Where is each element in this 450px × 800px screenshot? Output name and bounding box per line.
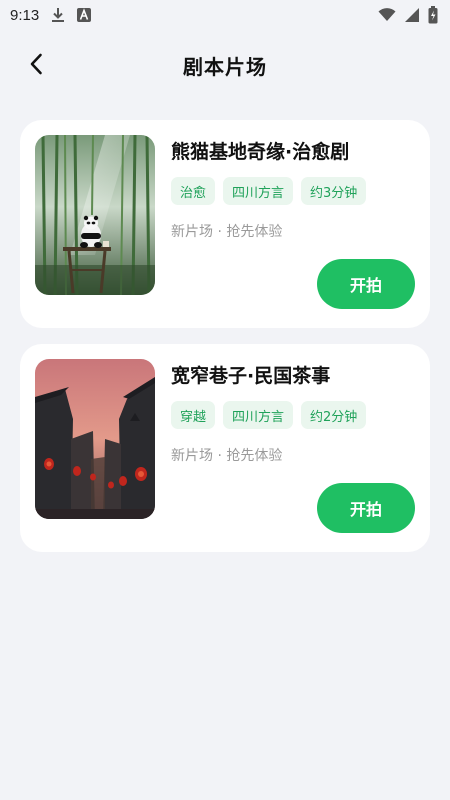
chevron-left-icon	[29, 53, 43, 79]
start-shoot-button[interactable]: 开拍	[317, 483, 415, 533]
tag-list: 治愈 四川方言 约3分钟	[171, 177, 367, 205]
script-thumbnail-panda[interactable]	[35, 135, 155, 295]
page-title: 剧本片场	[183, 54, 267, 79]
tag-list: 穿越 四川方言 约2分钟	[171, 401, 367, 429]
script-card[interactable]: 宽窄巷子·民国茶事 穿越 四川方言 约2分钟 新片场 · 抢先体验 开拍	[20, 344, 430, 552]
script-title: 熊猫基地奇缘·治愈剧	[171, 141, 350, 163]
script-card[interactable]: 熊猫基地奇缘·治愈剧 治愈 四川方言 约3分钟 新片场 · 抢先体验 开拍	[20, 120, 430, 328]
script-thumbnail-old-street[interactable]	[35, 359, 155, 519]
tag: 约2分钟	[301, 401, 367, 429]
signal-icon	[404, 7, 420, 23]
script-subtitle: 新片场 · 抢先体验	[171, 224, 283, 240]
tag: 治愈	[171, 177, 216, 205]
wifi-icon	[378, 8, 396, 22]
header: 剧本片场	[0, 40, 450, 90]
tag: 穿越	[171, 401, 216, 429]
tag: 四川方言	[223, 401, 294, 429]
status-left: 9:13	[10, 6, 92, 24]
script-title: 宽窄巷子·民国茶事	[171, 365, 331, 387]
tag: 四川方言	[223, 177, 294, 205]
back-button[interactable]	[22, 52, 50, 80]
status-right	[378, 6, 438, 24]
status-time: 9:13	[10, 6, 40, 24]
download-icon	[51, 7, 65, 23]
status-bar: 9:13	[0, 0, 450, 30]
start-shoot-button[interactable]: 开拍	[317, 259, 415, 309]
battery-charging-icon	[428, 6, 438, 24]
text-a-icon	[77, 8, 92, 22]
script-subtitle: 新片场 · 抢先体验	[171, 448, 283, 464]
tag: 约3分钟	[301, 177, 367, 205]
